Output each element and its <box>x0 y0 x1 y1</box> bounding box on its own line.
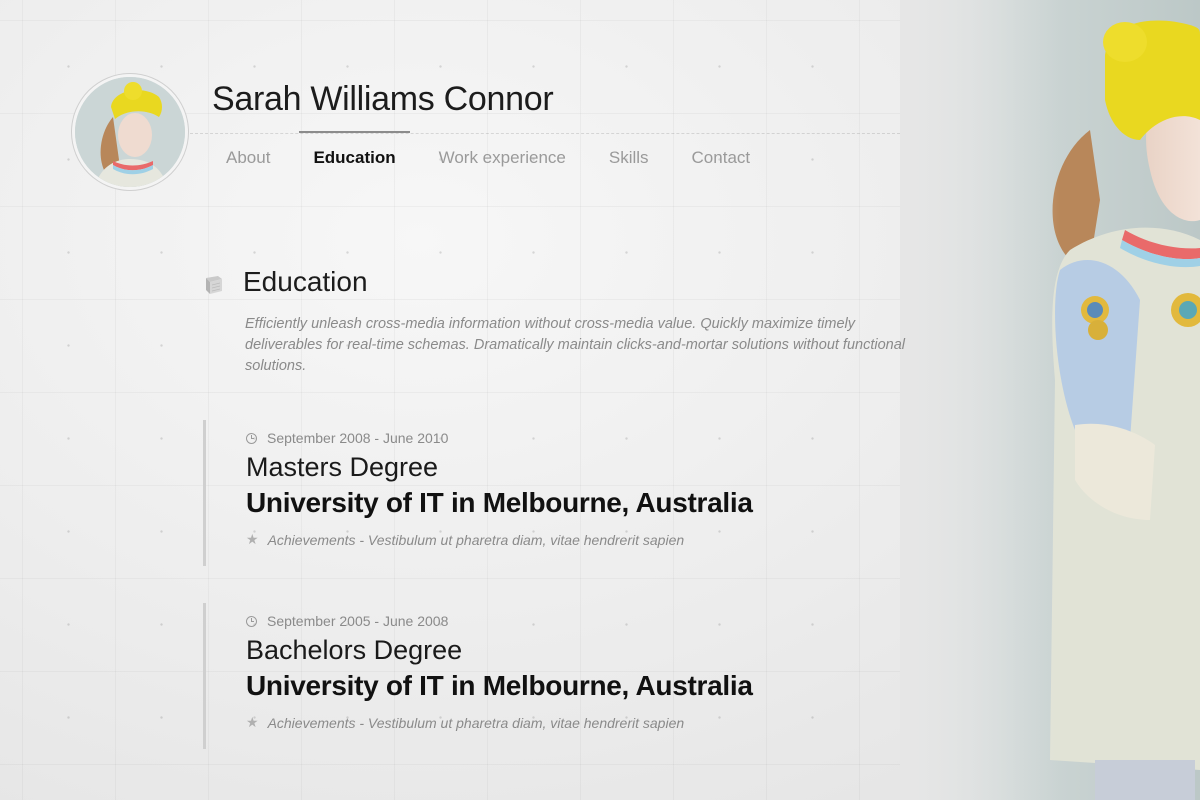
entry-achievements-row: ★ Achievements - Vestibulum ut pharetra … <box>246 531 803 548</box>
entry-school: University of IT in Melbourne, Australia <box>246 670 753 701</box>
clock-icon <box>246 615 257 627</box>
entry-achievements: Achievements - Vestibulum ut pharetra di… <box>267 714 685 731</box>
entry-date: September 2005 - June 2008 <box>267 613 449 629</box>
entry-achievements-row: ★ Achievements - Vestibulum ut pharetra … <box>246 714 803 731</box>
nav-item-skills[interactable]: Skills <box>609 148 649 168</box>
section-title: Education <box>243 266 368 297</box>
entry-date-row: September 2008 - June 2010 <box>246 430 803 446</box>
education-entry: September 2005 - June 2008 Bachelors Deg… <box>203 603 803 749</box>
nav-item-education[interactable]: Education <box>299 131 410 168</box>
entry-degree: Bachelors Degree <box>246 635 463 665</box>
book-icon <box>206 276 222 294</box>
section-description: Efficiently unleash cross-media informat… <box>245 316 906 374</box>
avatar <box>72 74 188 190</box>
header-divider <box>190 133 900 134</box>
entry-school: University of IT in Melbourne, Australia <box>246 487 753 518</box>
nav-item-contact[interactable]: Contact <box>692 148 751 168</box>
entry-date: September 2008 - June 2010 <box>267 430 449 446</box>
profile-name: Sarah Williams Connor <box>212 80 554 118</box>
entry-date-row: September 2005 - June 2008 <box>246 613 803 629</box>
main-nav: About Education Work experience Skills C… <box>226 131 793 168</box>
avatar-image <box>75 77 185 187</box>
nav-item-about[interactable]: About <box>226 148 270 168</box>
hero-photo <box>900 0 1200 800</box>
clock-icon <box>246 432 257 444</box>
entry-achievements: Achievements - Vestibulum ut pharetra di… <box>267 531 685 548</box>
photo-fade-overlay <box>900 0 1060 800</box>
entry-degree: Masters Degree <box>246 452 439 482</box>
nav-item-work-experience[interactable]: Work experience <box>439 148 566 168</box>
star-icon: ★ <box>246 714 259 730</box>
education-entry: September 2008 - June 2010 Masters Degre… <box>203 420 803 566</box>
star-icon: ★ <box>246 531 259 547</box>
